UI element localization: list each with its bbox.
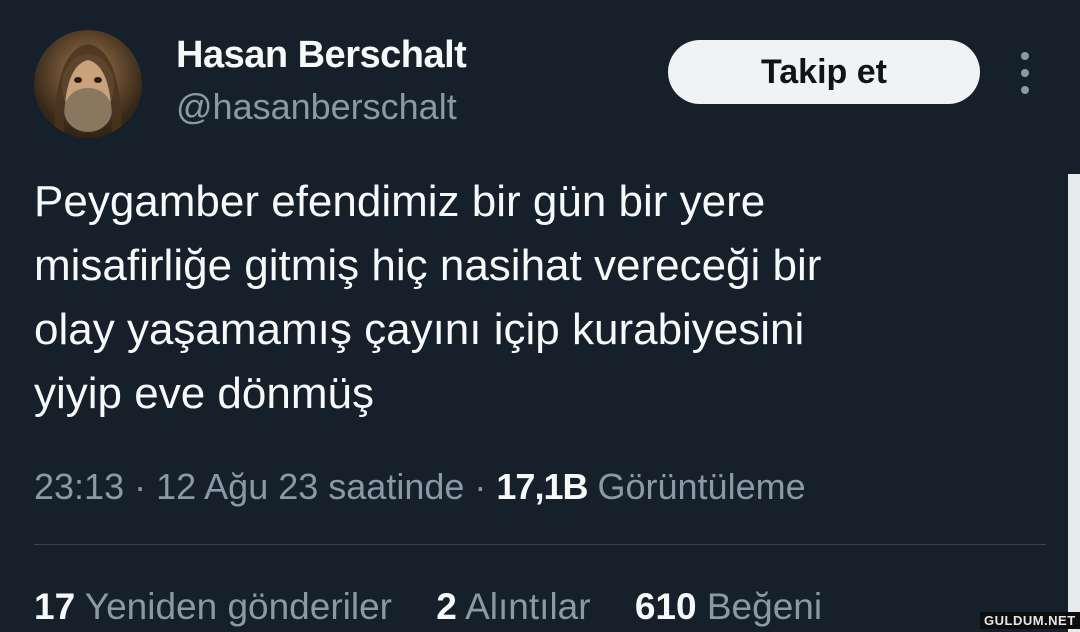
avatar[interactable]	[34, 30, 142, 138]
tweet-meta: 23:13 · 12 Ağu 23 saatinde · 17,1B Görün…	[34, 466, 806, 508]
watermark: GULDUM.NET	[980, 612, 1080, 629]
username-handle[interactable]: @hasanberschalt	[176, 86, 457, 128]
tweet-stats: 17 Yeniden gönderiler 2 Alıntılar 610 Be…	[34, 586, 856, 628]
retweets-label: Yeniden gönderiler	[84, 586, 393, 627]
tweet-time[interactable]: 23:13	[34, 466, 124, 507]
views-count: 17,1B	[496, 466, 588, 507]
more-options-icon[interactable]	[1012, 52, 1038, 94]
likes-count: 610	[634, 586, 697, 627]
scrollbar[interactable]	[1068, 174, 1080, 632]
quotes-count: 2	[436, 586, 457, 627]
tweet-text: Peygamber efendimiz bir gün bir yere mis…	[34, 177, 822, 418]
avatar-image	[54, 44, 122, 138]
follow-button[interactable]: Takip et	[668, 40, 980, 104]
tweet-date[interactable]: 12 Ağu 23 saatinde	[156, 466, 464, 507]
more-dot	[1021, 86, 1029, 94]
retweets-count: 17	[34, 586, 76, 627]
likes-stat[interactable]: 610 Beğeni	[635, 586, 822, 627]
more-dot	[1021, 52, 1029, 60]
quotes-label: Alıntılar	[465, 586, 591, 627]
display-name[interactable]: Hasan Berschalt	[176, 34, 467, 77]
divider	[34, 544, 1046, 545]
likes-label: Beğeni	[706, 586, 823, 627]
views-label: Görüntüleme	[597, 466, 806, 507]
separator-dot: ·	[474, 466, 497, 507]
retweets-stat[interactable]: 17 Yeniden gönderiler	[34, 586, 392, 627]
separator-dot: ·	[134, 466, 157, 507]
more-dot	[1021, 69, 1029, 77]
quotes-stat[interactable]: 2 Alıntılar	[436, 586, 590, 627]
